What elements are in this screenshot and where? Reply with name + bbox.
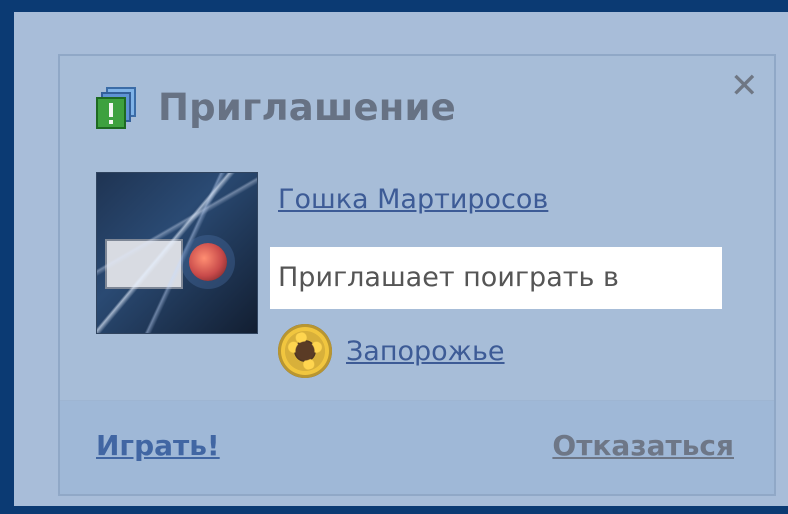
outer-panel: Приглашение ✕ Гошка Мартиросов Приглашае… bbox=[14, 12, 788, 506]
game-link[interactable]: Запорожье bbox=[346, 336, 505, 367]
dialog-title: Приглашение bbox=[158, 86, 456, 129]
invitation-windows-icon bbox=[96, 86, 140, 129]
user-profile-link[interactable]: Гошка Мартиросов bbox=[278, 184, 548, 215]
dialog-header: Приглашение bbox=[96, 86, 456, 129]
window-alert-icon-part bbox=[96, 96, 126, 129]
sunflower-game-icon bbox=[278, 324, 332, 378]
user-avatar bbox=[96, 172, 258, 334]
avatar-image-detail bbox=[97, 173, 257, 333]
invitation-dialog: Приглашение ✕ Гошка Мартиросов Приглашае… bbox=[58, 54, 776, 496]
decline-button[interactable]: Отказаться bbox=[552, 429, 734, 462]
game-row: Запорожье bbox=[278, 324, 505, 378]
close-icon: ✕ bbox=[730, 66, 759, 106]
screen: Приглашение ✕ Гошка Мартиросов Приглашае… bbox=[0, 0, 788, 514]
play-button[interactable]: Играть! bbox=[96, 429, 220, 462]
dialog-footer: Играть! Отказаться bbox=[60, 400, 774, 494]
invite-message: Приглашает поиграть в bbox=[270, 247, 722, 309]
close-button[interactable]: ✕ bbox=[730, 69, 759, 103]
